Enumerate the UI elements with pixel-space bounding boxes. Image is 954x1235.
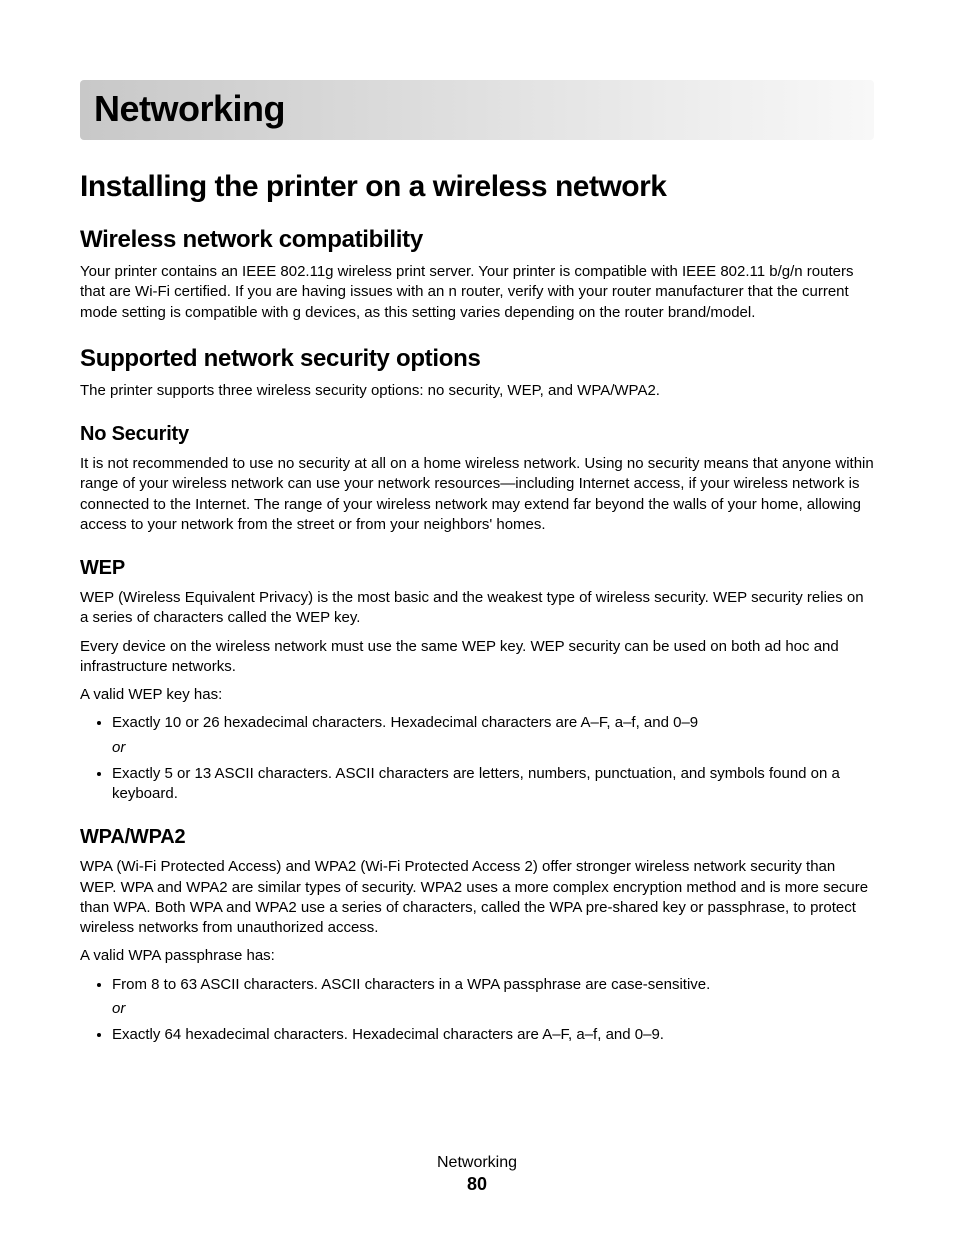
- section-heading: Installing the printer on a wireless net…: [80, 170, 874, 204]
- subsection-heading-compatibility: Wireless network compatibility: [80, 226, 874, 254]
- bullet-list: Exactly 10 or 26 hexadecimal characters.…: [80, 713, 874, 804]
- paragraph: The printer supports three wireless secu…: [80, 381, 874, 401]
- list-item-text: From 8 to 63 ASCII characters. ASCII cha…: [112, 976, 710, 993]
- list-item: Exactly 64 hexadecimal characters. Hexad…: [112, 1025, 874, 1045]
- paragraph: WEP (Wireless Equivalent Privacy) is the…: [80, 588, 874, 629]
- page-footer: Networking 80: [0, 1154, 954, 1195]
- paragraph: A valid WPA passphrase has:: [80, 946, 874, 966]
- list-item: Exactly 10 or 26 hexadecimal characters.…: [112, 713, 874, 758]
- list-item-text: Exactly 64 hexadecimal characters. Hexad…: [112, 1026, 664, 1043]
- paragraph: WPA (Wi-Fi Protected Access) and WPA2 (W…: [80, 857, 874, 938]
- subsub-heading-no-security: No Security: [80, 423, 874, 446]
- paragraph: Your printer contains an IEEE 802.11g wi…: [80, 262, 874, 323]
- or-separator: or: [112, 999, 874, 1019]
- paragraph: It is not recommended to use no security…: [80, 454, 874, 535]
- list-item-text: Exactly 10 or 26 hexadecimal characters.…: [112, 714, 698, 731]
- subsub-heading-wpa: WPA/WPA2: [80, 826, 874, 849]
- paragraph: Every device on the wireless network mus…: [80, 637, 874, 678]
- subsub-heading-wep: WEP: [80, 557, 874, 580]
- document-page: Networking Installing the printer on a w…: [0, 0, 954, 1235]
- list-item: Exactly 5 or 13 ASCII characters. ASCII …: [112, 764, 874, 805]
- bullet-list: From 8 to 63 ASCII characters. ASCII cha…: [80, 975, 874, 1046]
- footer-section-title: Networking: [0, 1154, 954, 1172]
- footer-page-number: 80: [0, 1174, 954, 1195]
- chapter-title: Networking: [80, 80, 874, 140]
- or-separator: or: [112, 738, 874, 758]
- list-item: From 8 to 63 ASCII characters. ASCII cha…: [112, 975, 874, 1020]
- subsection-heading-security: Supported network security options: [80, 345, 874, 373]
- list-item-text: Exactly 5 or 13 ASCII characters. ASCII …: [112, 765, 840, 802]
- paragraph: A valid WEP key has:: [80, 685, 874, 705]
